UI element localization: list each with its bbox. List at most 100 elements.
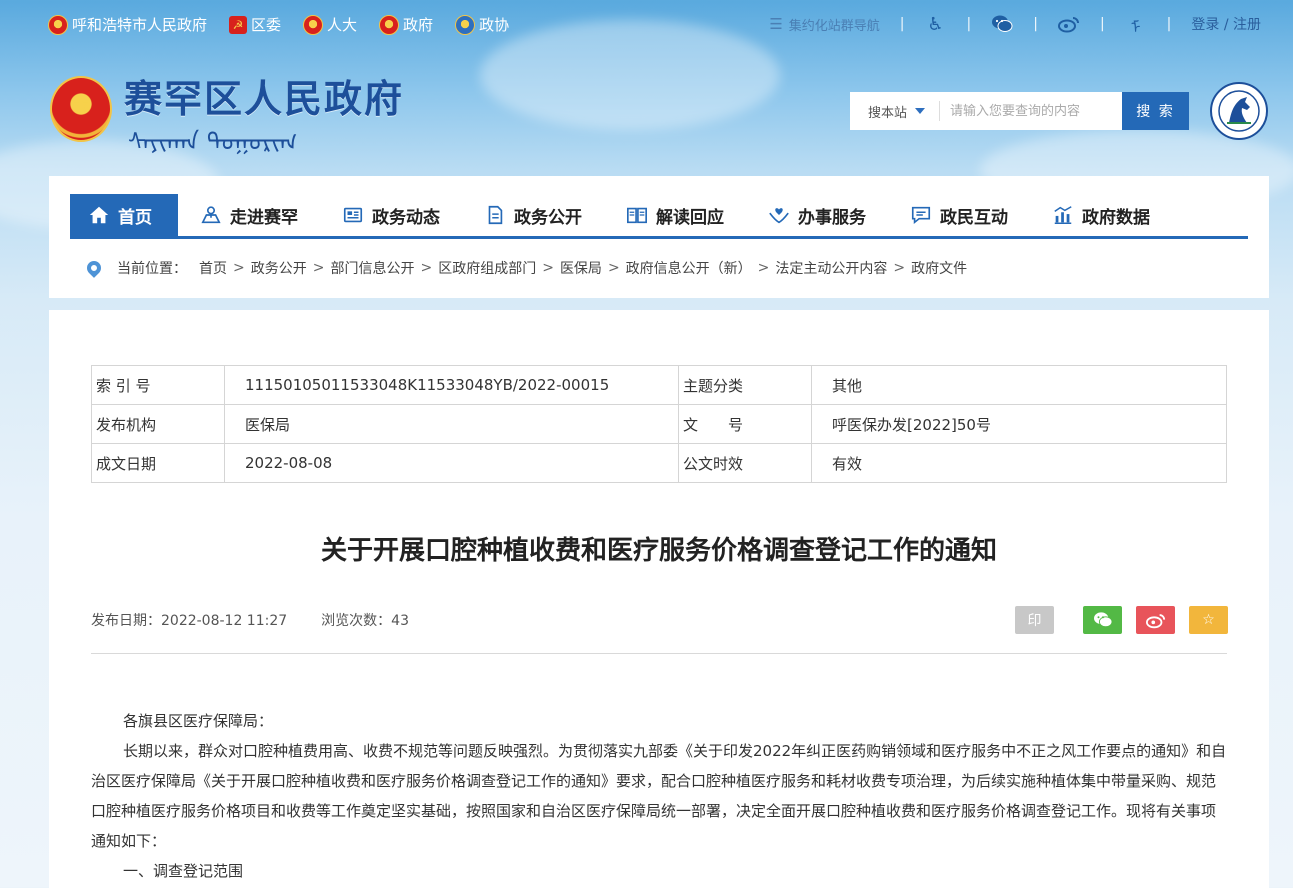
nav-item-label: 解读回应 <box>656 207 724 228</box>
article-paragraph: 长期以来，群众对口腔种植费用高、收费不规范等问题反映强烈。为贯彻落实九部委《关于… <box>91 742 1227 850</box>
publish-date-value: 2022-08-12 11:27 <box>161 613 288 629</box>
nav-item-services[interactable]: 办事服务 <box>746 194 888 236</box>
site-title: 赛罕区人民政府 <box>124 76 405 121</box>
menu-icon: ☰ <box>769 15 783 33</box>
document-meta-table: 索 引 号 11150105011533048K11533048YB/2022-… <box>91 365 1227 483</box>
group-nav-link[interactable]: ☰ 集约化站群导航 <box>769 15 879 34</box>
weibo-icon <box>1145 613 1165 628</box>
breadcrumb-item[interactable]: 法定主动公开内容 <box>775 258 887 278</box>
table-row: 发布机构 医保局 文 号 呼医保办发[2022]50号 <box>91 404 1227 444</box>
search-scope-label: 搜本站 <box>868 105 908 121</box>
cppcc-emblem-icon <box>455 14 476 35</box>
nav-item-label: 政府数据 <box>1082 207 1150 228</box>
nav-item-label: 政务公开 <box>514 207 582 228</box>
share-weibo-button[interactable] <box>1136 606 1175 634</box>
national-emblem-icon <box>379 14 400 35</box>
breadcrumb-item[interactable]: 政府文件 <box>911 258 967 278</box>
weibo-icon[interactable] <box>1057 13 1080 35</box>
toplink-government[interactable]: 政府 <box>379 14 433 35</box>
nav-item-about-saihan[interactable]: 走进赛罕 <box>178 194 320 236</box>
breadcrumb-separator: > <box>607 260 620 276</box>
view-count-value: 43 <box>391 613 409 629</box>
nav-item-interpretation[interactable]: 解读回应 <box>604 194 746 236</box>
article-card: 索 引 号 11150105011533048K11533048YB/2022-… <box>49 310 1269 888</box>
print-label: 印 <box>1027 613 1042 629</box>
divider: | <box>1099 16 1105 32</box>
breadcrumb-label: 当前位置： <box>117 261 187 277</box>
party-emblem-icon: ☭ <box>229 15 248 34</box>
navigation-card: 首页 走进赛罕 政务动态 政务公开 解读回应 办事服务 政民互动 政府数据 当前… <box>49 176 1269 298</box>
table-row: 索 引 号 11150105011533048K11533048YB/2022-… <box>91 365 1227 405</box>
search-box: 搜本站 搜 索 <box>850 92 1189 130</box>
article-greeting: 各旗县区医疗保障局： <box>123 712 274 730</box>
top-bar: 呼和浩特市人民政府 ☭ 区委 人大 政府 政协 ☰ 集约化站群导航 | ♿ | … <box>0 0 1293 52</box>
divider: | <box>1033 16 1038 32</box>
star-icon: ☆ <box>1202 612 1215 628</box>
top-right-tools: ☰ 集约化站群导航 | ♿ | | | ᠮ | 登录 / 注册 <box>769 13 1261 38</box>
breadcrumb-separator: > <box>542 260 554 276</box>
toplink-label: 政府 <box>403 16 434 34</box>
publish-info: 发布日期：2022-08-12 11:27 浏览次数：43 <box>91 610 409 630</box>
article-title: 关于开展口腔种植收费和医疗服务价格调查登记工作的通知 <box>320 536 997 566</box>
breadcrumb-item[interactable]: 部门信息公开 <box>330 258 414 278</box>
meta-key: 主题分类 <box>678 365 812 405</box>
meta-key: 索 引 号 <box>91 365 225 405</box>
search-input[interactable] <box>940 92 1122 130</box>
meta-value: 有效 <box>811 443 1227 483</box>
group-nav-label: 集约化站群导航 <box>788 18 880 34</box>
search-button[interactable]: 搜 索 <box>1122 92 1189 130</box>
toplink-label: 人大 <box>327 16 358 34</box>
toplink-cppcc[interactable]: 政协 <box>455 14 509 35</box>
main-nav: 首页 走进赛罕 政务动态 政务公开 解读回应 办事服务 政民互动 政府数据 <box>70 194 1248 239</box>
nav-item-label: 办事服务 <box>798 207 866 228</box>
divider <box>91 653 1227 654</box>
book-icon <box>627 207 647 224</box>
nav-item-gov-data[interactable]: 政府数据 <box>1030 194 1172 236</box>
nav-item-news[interactable]: 政务动态 <box>320 194 462 236</box>
nav-item-label: 政民互动 <box>940 207 1008 228</box>
wechat-icon[interactable] <box>991 13 1013 35</box>
nav-item-gov-affairs[interactable]: 政务公开 <box>462 194 604 236</box>
nav-item-interaction[interactable]: 政民互动 <box>888 194 1030 236</box>
breadcrumb-item[interactable]: 政务公开 <box>251 258 307 278</box>
divider: | <box>966 16 972 32</box>
meta-key: 发布机构 <box>91 404 225 444</box>
mongolian-site-title: ᠰᠠᠶᠢᠬᠠᠨ ᠲᠣᠭᠣᠷᠢᠭ <box>128 128 298 156</box>
search-scope-select[interactable]: 搜本站 <box>850 101 940 121</box>
wechat-icon <box>1093 612 1112 628</box>
meta-value: 医保局 <box>224 404 679 444</box>
breadcrumb-item[interactable]: 区政府组成部门 <box>438 258 536 278</box>
favorite-button[interactable]: ☆ <box>1189 606 1228 634</box>
national-emblem-icon <box>303 14 324 35</box>
accessibility-icon[interactable]: ♿ <box>925 13 947 35</box>
publish-date: 发布日期：2022-08-12 11:27 <box>91 610 287 630</box>
breadcrumb-item[interactable]: 政府信息公开（新） <box>626 258 752 278</box>
toplink-npc[interactable]: 人大 <box>303 14 357 35</box>
print-button[interactable]: 印 <box>1015 606 1054 634</box>
breadcrumb-item[interactable]: 首页 <box>199 258 227 278</box>
mongolian-language-icon[interactable]: ᠮ <box>1125 13 1147 37</box>
nav-item-label: 走进赛罕 <box>230 207 298 228</box>
breadcrumb-separator: > <box>233 260 245 276</box>
nav-item-label: 首页 <box>118 207 152 228</box>
meta-value: 呼医保办发[2022]50号 <box>811 404 1227 444</box>
view-count: 浏览次数：43 <box>321 610 409 630</box>
divider: | <box>1166 16 1172 32</box>
toplink-district-committee[interactable]: ☭ 区委 <box>229 14 281 35</box>
share-wechat-button[interactable] <box>1083 606 1122 634</box>
article-section-heading: 一、调查登记范围 <box>123 862 244 880</box>
breadcrumb-item[interactable]: 医保局 <box>560 258 602 278</box>
breadcrumb: 当前位置： 首页 > 政务公开 > 部门信息公开 > 区政府组成部门 > 医保局… <box>84 258 967 278</box>
login-register-link[interactable]: 登录 / 注册 <box>1191 14 1261 34</box>
meta-value: 其他 <box>811 365 1227 405</box>
toplink-hohhot[interactable]: 呼和浩特市人民政府 <box>48 14 207 35</box>
toplink-label: 政协 <box>479 16 510 34</box>
horse-logo-icon <box>1210 82 1268 140</box>
service-hands-icon <box>769 208 789 224</box>
chat-icon <box>911 206 931 225</box>
meta-key: 成文日期 <box>91 443 225 483</box>
divider: | <box>899 16 905 32</box>
nav-item-home[interactable]: 首页 <box>70 194 178 236</box>
caret-down-icon <box>915 108 926 114</box>
view-count-label: 浏览次数： <box>321 613 392 629</box>
